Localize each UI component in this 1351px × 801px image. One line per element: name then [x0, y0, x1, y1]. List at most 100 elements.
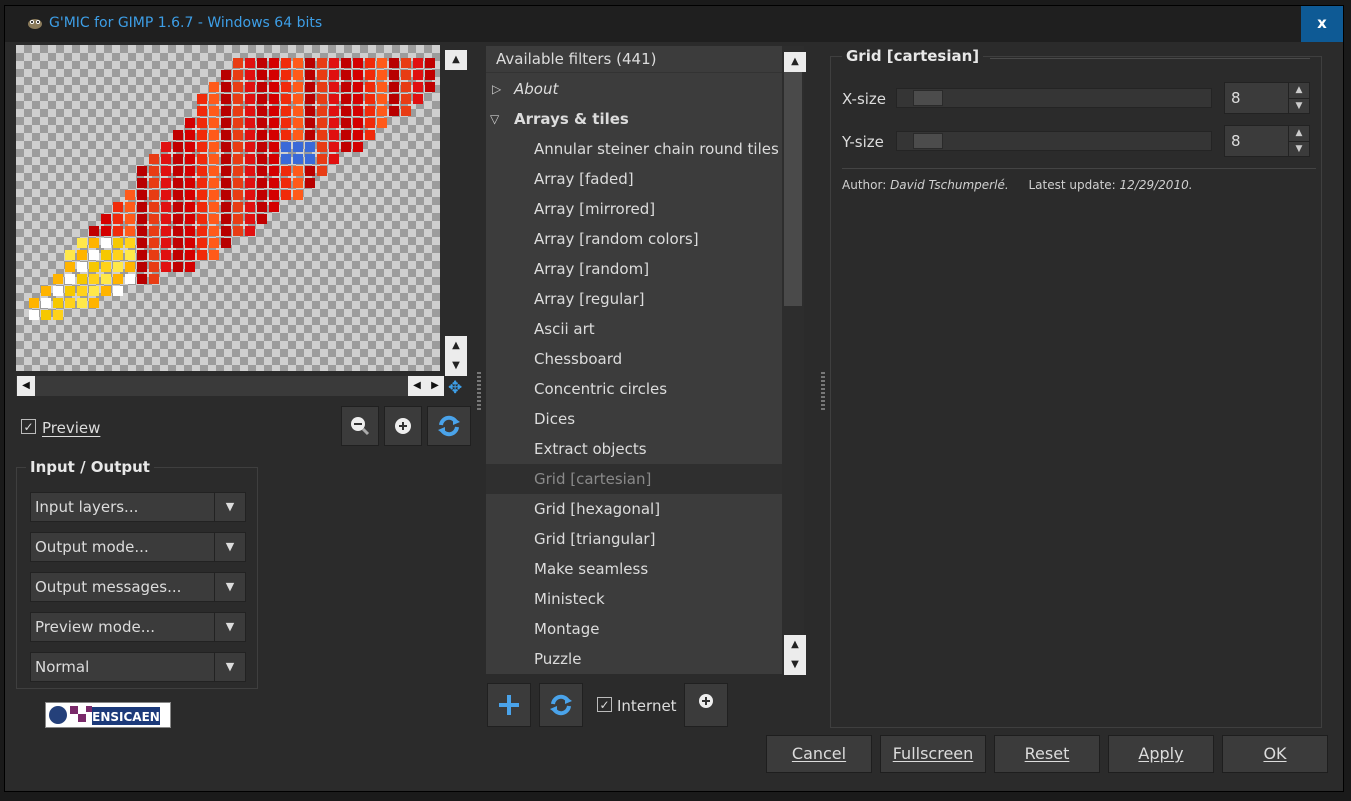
preview-pixel — [341, 130, 351, 140]
plus-icon — [499, 695, 519, 715]
preview-pixel — [101, 262, 111, 272]
filter-label: Ministeck — [534, 590, 605, 608]
scroll-left-button[interactable]: ◀ — [17, 376, 35, 396]
refresh-filters-button[interactable] — [539, 683, 583, 727]
preview-pixel — [197, 214, 207, 224]
preview-pixel — [137, 178, 147, 188]
preview-pixel — [209, 190, 219, 200]
preview-pixel — [257, 166, 267, 176]
filter-item-selected[interactable]: Grid [cartesian] — [486, 464, 782, 494]
zoom-out-button[interactable] — [341, 406, 379, 446]
preview-pixel — [77, 274, 87, 284]
spin-up-icon[interactable]: ▲ — [1289, 83, 1309, 98]
scroll-up-button[interactable]: ▲ — [445, 336, 467, 356]
preview-pixel — [101, 274, 111, 284]
filter-item[interactable]: Array [faded] — [486, 164, 782, 194]
filter-item[interactable]: Chessboard — [486, 344, 782, 374]
slider-handle[interactable] — [913, 90, 943, 106]
filter-item[interactable]: Grid [hexagonal] — [486, 494, 782, 524]
preview-pixel — [341, 118, 351, 128]
apply-button[interactable]: Apply — [1108, 735, 1214, 773]
output-mode-select[interactable]: Output mode... ▼ — [30, 532, 246, 562]
preview-pixel — [101, 250, 111, 260]
filter-item[interactable]: Annular steiner chain round tiles — [486, 134, 782, 164]
preview-pixel — [161, 238, 171, 248]
filter-item[interactable]: Dices — [486, 404, 782, 434]
filter-item[interactable]: Array [random colors] — [486, 224, 782, 254]
preview-pixel — [365, 130, 375, 140]
close-button[interactable]: x — [1301, 6, 1343, 42]
reset-button[interactable]: Reset — [994, 735, 1100, 773]
preview-pixel — [185, 142, 195, 152]
chevron-right-icon: ▷ — [492, 82, 502, 96]
x-size-slider[interactable] — [896, 88, 1212, 108]
input-layers-select[interactable]: Input layers... ▼ — [30, 492, 246, 522]
filter-item[interactable]: Make seamless — [486, 554, 782, 584]
filter-item[interactable]: Array [mirrored] — [486, 194, 782, 224]
preview-pixel — [317, 82, 327, 92]
scroll-up-button[interactable]: ▲ — [784, 635, 806, 655]
refresh-preview-button[interactable] — [427, 406, 471, 446]
y-size-value[interactable]: 8 — [1231, 132, 1241, 150]
preview-pixel — [269, 178, 279, 188]
category-about[interactable]: ▷ About — [486, 74, 782, 104]
scroll-down-button[interactable]: ▼ — [445, 356, 467, 376]
filter-item[interactable]: Array [random] — [486, 254, 782, 284]
cancel-button[interactable]: Cancel — [766, 735, 872, 773]
preview-pixel — [113, 286, 123, 296]
preview-pixel — [221, 70, 231, 80]
preview-pixel — [269, 118, 279, 128]
preview-pixel — [173, 190, 183, 200]
scroll-up-button[interactable]: ▲ — [784, 52, 806, 72]
spin-down-icon[interactable]: ▼ — [1289, 98, 1309, 114]
add-fave-button[interactable] — [487, 683, 531, 727]
splitter-handle[interactable] — [821, 372, 825, 412]
scroll-left-button[interactable]: ◀ — [408, 376, 426, 396]
preview-hscroll[interactable] — [16, 376, 440, 396]
move-icon[interactable]: ✥ — [448, 378, 462, 398]
preview-pixel — [401, 82, 411, 92]
preview-pixel — [197, 106, 207, 116]
scroll-right-button[interactable]: ▶ — [426, 376, 444, 396]
preview-pixel — [281, 106, 291, 116]
filter-item[interactable]: Concentric circles — [486, 374, 782, 404]
filter-item[interactable]: Montage — [486, 614, 782, 644]
internet-checkbox[interactable]: ✓ — [597, 697, 612, 712]
logo-text: ENSICAEN — [92, 710, 160, 724]
internet-settings-button[interactable] — [684, 683, 728, 727]
preview-canvas[interactable] — [16, 45, 440, 371]
filter-item[interactable]: Grid [triangular] — [486, 524, 782, 554]
filter-item[interactable]: Ministeck — [486, 584, 782, 614]
filter-item[interactable]: Extract objects — [486, 434, 782, 464]
y-size-spinbox[interactable]: 8 ▲ ▼ — [1224, 125, 1310, 157]
preview-checkbox[interactable]: ✓ — [21, 419, 36, 434]
filter-item[interactable]: Ascii art — [486, 314, 782, 344]
spin-down-icon[interactable]: ▼ — [1289, 141, 1309, 157]
output-messages-select[interactable]: Output messages... ▼ — [30, 572, 246, 602]
y-size-slider[interactable] — [896, 131, 1212, 151]
preview-pixel — [293, 142, 303, 152]
slider-handle[interactable] — [913, 133, 943, 149]
preview-vscroll[interactable] — [444, 45, 468, 376]
filter-item[interactable]: Puzzle — [486, 644, 782, 674]
x-size-spinbox[interactable]: 8 ▲ ▼ — [1224, 82, 1310, 114]
splitter-handle[interactable] — [477, 372, 481, 412]
preview-pixel — [41, 286, 51, 296]
category-arrays-tiles[interactable]: ▽ Arrays & tiles — [486, 104, 782, 134]
combo-value: Normal — [35, 658, 90, 676]
ok-button[interactable]: OK — [1222, 735, 1328, 773]
preview-mode-select[interactable]: Preview mode... ▼ — [30, 612, 246, 642]
fullscreen-button[interactable]: Fullscreen — [880, 735, 986, 773]
preview-pixel — [185, 214, 195, 224]
scroll-down-button[interactable]: ▼ — [784, 655, 806, 675]
preview-pixel — [209, 250, 219, 260]
blend-mode-select[interactable]: Normal ▼ — [30, 652, 246, 682]
scroll-up-button[interactable]: ▲ — [445, 50, 467, 70]
x-size-value[interactable]: 8 — [1231, 89, 1241, 107]
preview-pixel — [257, 130, 267, 140]
zoom-in-button[interactable] — [384, 406, 422, 446]
spin-up-icon[interactable]: ▲ — [1289, 126, 1309, 141]
filter-item[interactable]: Array [regular] — [486, 284, 782, 314]
filter-tree-scroll-thumb[interactable] — [784, 70, 802, 306]
preview-pixel — [293, 190, 303, 200]
